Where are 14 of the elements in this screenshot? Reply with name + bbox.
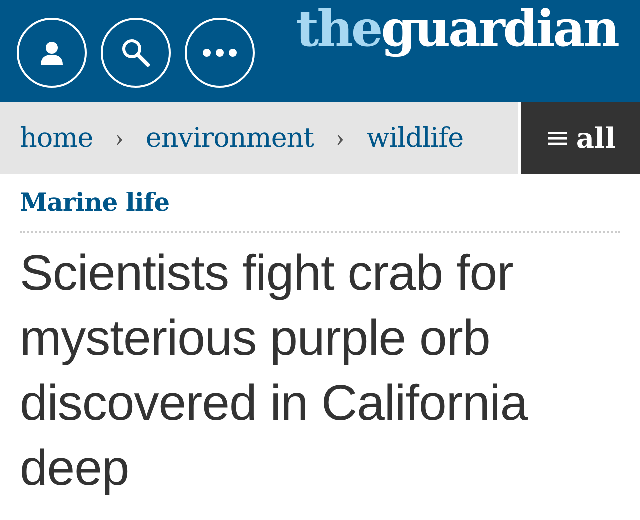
person-icon (39, 40, 65, 66)
more-icon (203, 49, 237, 57)
breadcrumb-separator: › (115, 123, 124, 153)
all-sections-button[interactable]: ≡ all (518, 102, 640, 174)
breadcrumb-link[interactable]: environment (146, 122, 314, 154)
breadcrumb-separator: › (336, 123, 345, 153)
breadcrumb-link[interactable]: wildlife (366, 122, 464, 154)
more-button[interactable] (185, 18, 255, 88)
search-icon (121, 38, 151, 68)
article-headline: Scientists fight crab for mysterious purple orb discovered in California deep (20, 244, 530, 498)
breadcrumb-link[interactable]: home (20, 122, 94, 154)
profile-button[interactable] (17, 18, 87, 88)
section-link[interactable]: Marine life (20, 188, 170, 217)
search-button[interactable] (101, 18, 171, 88)
